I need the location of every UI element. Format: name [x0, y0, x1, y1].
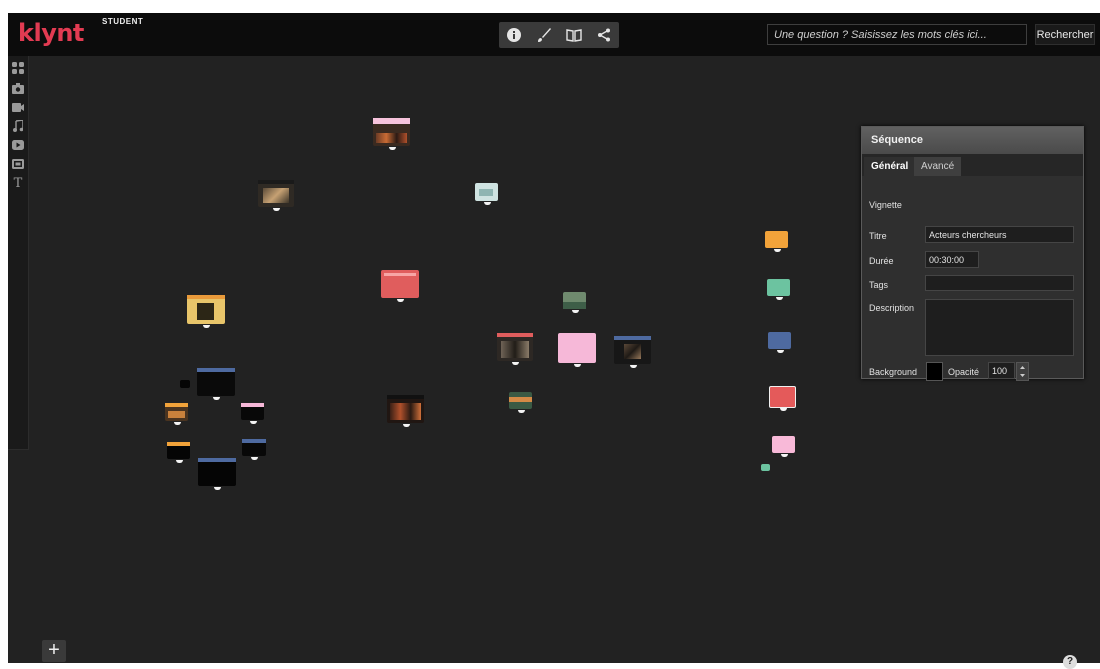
share-icon[interactable] [593, 24, 615, 46]
sequence-node[interactable] [497, 333, 533, 365]
search-input[interactable] [767, 24, 1027, 45]
sequence-node[interactable] [563, 292, 586, 313]
help-icon[interactable]: ? [1063, 655, 1077, 669]
camera-icon[interactable] [10, 80, 26, 96]
text-t-icon[interactable]: T [10, 175, 26, 191]
sequence-node[interactable] [387, 395, 424, 427]
titre-field[interactable] [925, 226, 1074, 243]
titre-label: Titre [869, 231, 887, 241]
sequence-node[interactable] [769, 386, 796, 411]
edition-badge: STUDENT [102, 17, 144, 26]
sequence-node[interactable] [509, 392, 532, 413]
sequence-node[interactable] [373, 118, 410, 150]
duree-label: Durée [869, 256, 894, 266]
sequence-node[interactable] [180, 380, 190, 388]
video-camera-icon[interactable] [10, 99, 26, 115]
sequence-node[interactable] [187, 295, 225, 328]
description-field[interactable] [925, 299, 1074, 356]
add-button[interactable]: + [42, 640, 66, 662]
opacite-field[interactable] [988, 362, 1015, 379]
sequence-properties-panel: Séquence Général Avancé Vignette Titre D… [861, 126, 1084, 381]
sequence-node[interactable] [475, 183, 498, 205]
duree-field[interactable] [925, 251, 979, 268]
sequence-node[interactable] [258, 180, 294, 211]
sequence-node[interactable] [167, 442, 190, 463]
sequence-node[interactable] [165, 403, 188, 425]
book-icon[interactable] [563, 24, 585, 46]
opacite-stepper[interactable] [1016, 362, 1029, 381]
tags-field[interactable] [925, 275, 1074, 291]
sequence-node[interactable] [381, 270, 419, 302]
workspace: klynt STUDENT Rechercher [8, 13, 1100, 669]
background-color-swatch[interactable] [926, 362, 943, 381]
sequence-node[interactable] [765, 231, 788, 252]
search-button[interactable]: Rechercher [1035, 24, 1095, 45]
sequence-node[interactable] [768, 332, 791, 353]
sequence-node[interactable] [241, 403, 264, 424]
top-bar: klynt STUDENT Rechercher [8, 13, 1100, 56]
panel-title: Séquence [862, 127, 1083, 154]
main-toolbar [499, 22, 619, 48]
sequence-node[interactable] [772, 436, 795, 457]
sequence-node[interactable] [767, 279, 790, 300]
info-icon[interactable] [503, 24, 525, 46]
sequence-node[interactable] [242, 439, 266, 460]
panel-tabs: Général Avancé [862, 154, 1083, 176]
sequence-node[interactable] [614, 336, 651, 368]
apps-grid-icon[interactable] [10, 60, 26, 76]
app-logo: klynt [18, 19, 84, 47]
photo-gallery-icon[interactable] [10, 156, 26, 172]
sequence-node[interactable] [197, 368, 235, 400]
youtube-play-icon[interactable] [10, 137, 26, 153]
description-label: Description [869, 303, 915, 313]
background-label: Background [869, 367, 918, 377]
sequence-node[interactable] [198, 458, 236, 490]
brush-icon[interactable] [533, 24, 555, 46]
opacite-label: Opacité [948, 367, 980, 377]
tags-label: Tags [869, 280, 889, 290]
vignette-label: Vignette [869, 200, 902, 210]
tab-general[interactable]: Général [864, 157, 916, 176]
media-tools-sidebar: T [8, 56, 29, 450]
music-note-icon[interactable] [10, 118, 26, 134]
sequence-node[interactable] [761, 464, 770, 471]
tab-avance[interactable]: Avancé [914, 157, 962, 176]
sequence-node[interactable] [558, 333, 596, 367]
